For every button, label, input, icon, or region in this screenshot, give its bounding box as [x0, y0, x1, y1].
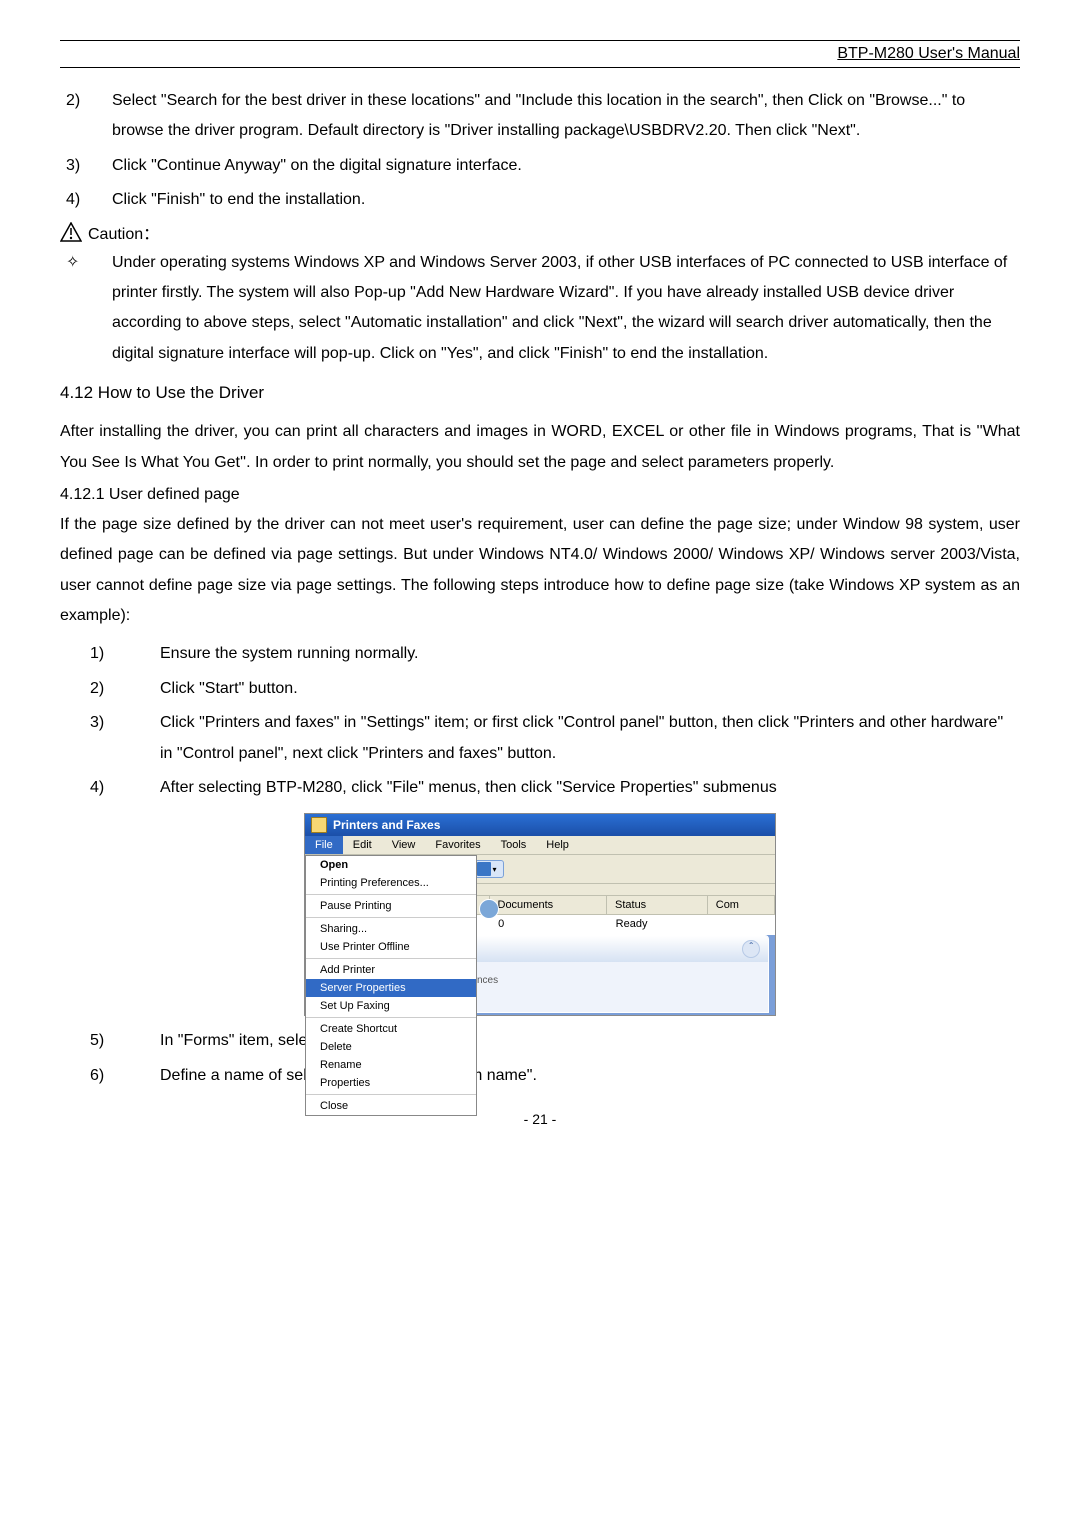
menu-open[interactable]: Open [306, 856, 476, 874]
menu-printing-preferences[interactable]: Printing Preferences... [306, 874, 476, 892]
menu-server-properties[interactable]: Server Properties [306, 979, 476, 997]
menu-set-up-faxing[interactable]: Set Up Faxing [306, 997, 476, 1015]
list-text: In "Forms" item, select "Create a new fo… [160, 1026, 1020, 1056]
section-heading: 4.12 How to Use the Driver [60, 383, 1020, 403]
window-title: Printers and Faxes [333, 818, 440, 832]
menu-properties[interactable]: Properties [306, 1074, 476, 1092]
file-dropdown-menu: Open Printing Preferences... Pause Print… [305, 855, 477, 1116]
menu-favorites[interactable]: Favorites [425, 836, 490, 854]
list-num: 4) [60, 773, 160, 803]
list-num: 3) [60, 151, 112, 181]
printer-status: Ready [608, 918, 709, 932]
menu-delete[interactable]: Delete [306, 1038, 476, 1056]
menu-close[interactable]: Close [306, 1097, 476, 1115]
page-number: - 21 - [60, 1111, 1020, 1127]
menu-bar: File Edit View Favorites Tools Help [305, 836, 775, 855]
list-text: Click "Continue Anyway" on the digital s… [112, 151, 1020, 181]
top-list: 2) Select "Search for the best driver in… [60, 86, 1020, 216]
diamond-bullet: ✧ [60, 248, 112, 370]
list-text: Click "Printers and faxes" in "Settings"… [160, 708, 1020, 769]
menu-sharing[interactable]: Sharing... [306, 920, 476, 938]
header-rule-top [60, 40, 1020, 41]
after-shot-list: 5)In "Forms" item, select "Create a new … [60, 1026, 1020, 1091]
paragraph: If the page size defined by the driver c… [60, 510, 1020, 632]
menu-add-printer[interactable]: Add Printer [306, 961, 476, 979]
col-com[interactable]: Com [708, 896, 775, 914]
list-num: 6) [60, 1061, 160, 1091]
col-status[interactable]: Status [607, 896, 708, 914]
inner-list: 1)Ensure the system running normally. 2)… [60, 639, 1020, 803]
list-num: 5) [60, 1026, 160, 1056]
list-num: 3) [60, 708, 160, 769]
list-num: 4) [60, 185, 112, 215]
header-title: BTP-M280 User's Manual [60, 45, 1020, 68]
menu-tools[interactable]: Tools [491, 836, 537, 854]
menu-file[interactable]: File [305, 836, 343, 854]
caution-label: Caution： [88, 220, 159, 244]
subsection-heading: 4.12.1 User defined page [60, 486, 1020, 504]
menu-help[interactable]: Help [536, 836, 579, 854]
list-text: Ensure the system running normally. [160, 639, 1020, 669]
menu-edit[interactable]: Edit [343, 836, 382, 854]
list-num: 2) [60, 674, 160, 704]
screenshot-printers-faxes: Printers and Faxes File Edit View Favori… [304, 813, 776, 1016]
menu-view[interactable]: View [382, 836, 426, 854]
list-text: Define a name of self-defining paper in … [160, 1061, 1020, 1091]
printer-documents: 0 [490, 918, 608, 932]
list-text: After selecting BTP-M280, click "File" m… [160, 773, 1020, 803]
paragraph: After installing the driver, you can pri… [60, 417, 1020, 478]
menu-use-printer-offline[interactable]: Use Printer Offline [306, 938, 476, 956]
caution-icon [60, 222, 82, 242]
chevron-up-icon[interactable]: ˆ [742, 940, 760, 958]
printer-com [708, 918, 775, 932]
list-num: 1) [60, 639, 160, 669]
window-titlebar[interactable]: Printers and Faxes [305, 814, 775, 836]
menu-create-shortcut[interactable]: Create Shortcut [306, 1020, 476, 1038]
diamond-text: Under operating systems Windows XP and W… [112, 248, 1020, 370]
col-documents[interactable]: Documents [490, 896, 608, 914]
printers-folder-icon [311, 817, 327, 833]
list-text: Click "Finish" to end the installation. [112, 185, 1020, 215]
list-num: 2) [60, 86, 112, 147]
list-text: Select "Search for the best driver in th… [112, 86, 1020, 147]
chevron-down-icon: ▾ [493, 865, 497, 874]
views-icon [477, 862, 491, 876]
partial-strip-nces: nces [477, 975, 498, 986]
menu-rename[interactable]: Rename [306, 1056, 476, 1074]
list-text: Click "Start" button. [160, 674, 1020, 704]
menu-pause-printing[interactable]: Pause Printing [306, 897, 476, 915]
